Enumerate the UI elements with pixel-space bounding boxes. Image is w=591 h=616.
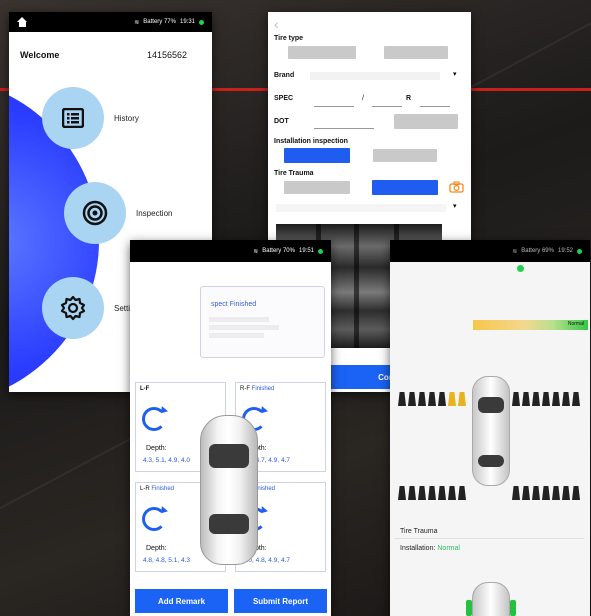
wifi-icon: ≋: [134, 19, 140, 26]
wifi-icon: ≋: [512, 248, 518, 255]
remark-title: spect Finished: [211, 301, 257, 308]
add-remark-button[interactable]: Add Remark: [135, 589, 228, 613]
dot-button[interactable]: [394, 114, 458, 129]
tread-graphic-rr: [512, 486, 580, 500]
chevron-down-icon[interactable]: ▾: [453, 202, 457, 210]
connection-indicator: [517, 265, 524, 272]
remark-text-line: [209, 317, 269, 322]
normal-label: Normal: [567, 321, 584, 327]
target-icon: [82, 200, 108, 226]
remark-text-line: [209, 333, 264, 338]
car-top-view: [472, 376, 510, 486]
battery-text: Battery 70%: [262, 248, 295, 254]
history-circle[interactable]: [42, 87, 104, 149]
car-top-view: [200, 415, 258, 565]
wifi-icon: ≋: [253, 248, 259, 255]
installation-label: Installation: Normal: [400, 545, 460, 552]
depth-label: Depth:: [146, 445, 167, 452]
brand-select[interactable]: [310, 72, 440, 80]
wheel-title: R-F Finished: [240, 386, 275, 392]
detail-screen: ≋ Battery 69% 19:52 Normal Tire Trauma I…: [390, 240, 590, 616]
status-bar: ≋ Battery 69% 19:52: [390, 240, 590, 262]
depth-label: Depth:: [146, 545, 167, 552]
spec-label: SPEC: [274, 95, 294, 102]
divider: [394, 538, 584, 539]
tire-type-label: Tire type: [274, 35, 304, 42]
tread-graphic-lr: [398, 486, 466, 500]
connection-dot-icon: [199, 19, 204, 25]
wheel-title: L-F: [140, 386, 150, 392]
camera-icon[interactable]: [449, 181, 464, 193]
car-windshield: [478, 397, 504, 413]
remark-text-line: [209, 325, 279, 330]
depth-values: 4.8, 4.8, 5.1, 4.3: [143, 557, 190, 564]
tire-type-option-2[interactable]: [384, 46, 448, 59]
installation-abnormal-button[interactable]: [373, 149, 437, 162]
back-chevron-icon[interactable]: ‹: [274, 16, 279, 32]
wheel-title: L-R Finished: [140, 486, 175, 492]
setting-circle[interactable]: [42, 277, 104, 339]
car-rear-window: [478, 455, 504, 467]
menu-inspection-label: Inspection: [136, 208, 173, 218]
trauma-label: Tire Trauma: [400, 528, 438, 535]
refresh-icon[interactable]: [142, 507, 166, 531]
spec-rim-field[interactable]: [420, 106, 450, 107]
trauma-type-select[interactable]: [276, 204, 446, 212]
refresh-icon[interactable]: [142, 407, 166, 431]
status-bar: ≋ Battery 77% 19:31: [9, 12, 212, 32]
trauma-normal-button[interactable]: [284, 181, 350, 194]
battery-text: Battery 69%: [521, 248, 554, 254]
gear-icon: [60, 295, 86, 321]
chevron-down-icon[interactable]: ▾: [453, 70, 457, 78]
trauma-label: Tire Trauma: [274, 170, 314, 177]
remark-dialog: spect Finished: [200, 286, 325, 358]
menu-history-label: History: [114, 113, 139, 123]
spec-width-field[interactable]: [314, 106, 354, 107]
dot-field[interactable]: [314, 128, 374, 129]
clock-text: 19:31: [179, 19, 195, 25]
clock-text: 19:51: [298, 248, 314, 254]
spec-ratio-field[interactable]: [372, 106, 402, 107]
submit-report-button[interactable]: Submit Report: [234, 589, 327, 613]
connection-dot-icon: [318, 248, 323, 254]
menu-setting[interactable]: Setting: [42, 277, 139, 339]
car-bottom-view: [472, 582, 510, 616]
welcome-row: Welcome 14156562: [20, 50, 187, 60]
depth-values: 4.3, 5.1, 4.9, 4.0: [143, 457, 190, 464]
trauma-abnormal-button[interactable]: [372, 180, 438, 195]
menu-history[interactable]: History: [42, 87, 139, 149]
car-windshield: [209, 444, 249, 468]
car-rear-window: [209, 514, 249, 534]
connection-dot-icon: [577, 248, 582, 254]
tire-groove: [354, 224, 359, 348]
tire-status-icon: [510, 600, 516, 616]
home-icon[interactable]: [17, 17, 28, 27]
spec-separator: /: [362, 95, 364, 102]
tread-graphic-rf: [512, 392, 580, 406]
tire-type-option-1[interactable]: [288, 46, 356, 59]
brand-label: Brand: [274, 72, 295, 79]
dot-label: DOT: [274, 118, 289, 125]
spec-r-label: R: [406, 95, 412, 102]
user-id: 14156562: [146, 50, 187, 60]
status-bar: ≋ Battery 70% 19:51: [130, 240, 331, 262]
inspection-circle[interactable]: [64, 182, 126, 244]
installation-label: Installation inspection: [274, 138, 348, 145]
list-icon: [62, 108, 84, 128]
battery-text: Battery 77%: [143, 19, 176, 25]
tire-status-icon: [466, 600, 472, 616]
welcome-text: Welcome: [20, 50, 60, 60]
clock-text: 19:52: [557, 248, 573, 254]
menu-inspection[interactable]: Inspection: [64, 182, 172, 244]
installation-normal-button[interactable]: [284, 148, 350, 163]
tread-graphic-lf: [398, 392, 466, 406]
report-screen: ≋ Battery 70% 19:51 spect Finished L-F D…: [130, 240, 331, 616]
tread-depth-gradient: Normal: [473, 320, 588, 330]
